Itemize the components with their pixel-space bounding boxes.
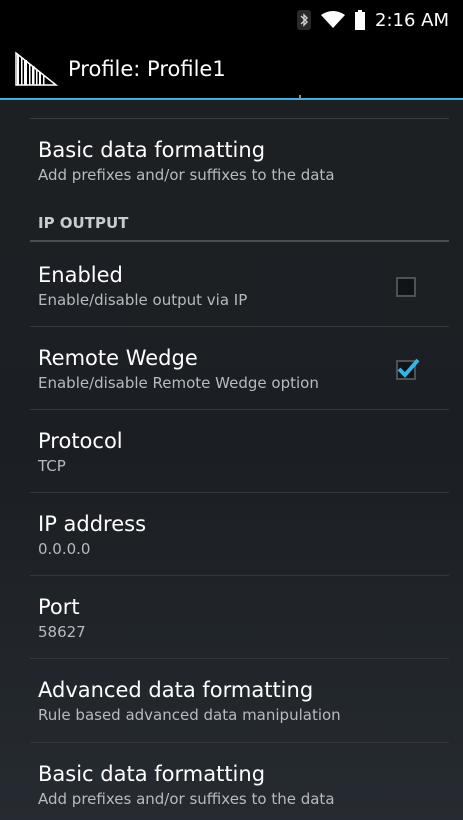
pref-title: Basic data formatting bbox=[38, 762, 266, 786]
status-bar: 2:16 AM bbox=[0, 0, 463, 40]
pref-summary: 0.0.0.0 bbox=[38, 540, 91, 558]
status-time: 2:16 AM bbox=[375, 9, 449, 31]
list-divider bbox=[30, 742, 449, 743]
list-divider bbox=[30, 118, 449, 119]
bluetooth-icon bbox=[297, 10, 311, 30]
pref-summary: Add prefixes and/or suffixes to the data bbox=[38, 790, 335, 808]
pref-port[interactable]: Port 58627 bbox=[38, 594, 441, 642]
list-divider bbox=[30, 658, 449, 659]
remote-wedge-checkbox[interactable] bbox=[396, 358, 420, 380]
pref-title: Basic data formatting bbox=[38, 138, 266, 162]
checkmark-icon bbox=[397, 358, 420, 378]
pref-summary: Enable/disable Remote Wedge option bbox=[38, 374, 319, 392]
pref-basic-data-formatting-top[interactable]: Basic data formatting Add prefixes and/o… bbox=[38, 137, 441, 185]
pref-protocol[interactable]: Protocol TCP bbox=[38, 428, 441, 476]
pref-summary: 58627 bbox=[38, 623, 86, 641]
pref-summary: Add prefixes and/or suffixes to the data bbox=[38, 166, 335, 184]
pref-remote-wedge[interactable]: Remote Wedge Enable/disable Remote Wedge… bbox=[38, 345, 441, 393]
pref-summary: TCP bbox=[38, 457, 66, 475]
list-divider bbox=[30, 326, 449, 327]
pref-title: Advanced data formatting bbox=[38, 678, 314, 702]
pref-ip-address[interactable]: IP address 0.0.0.0 bbox=[38, 511, 441, 559]
pref-summary: Rule based advanced data manipulation bbox=[38, 706, 341, 724]
category-ip-output: IP OUTPUT bbox=[38, 214, 129, 232]
wifi-icon bbox=[321, 11, 345, 29]
pref-title: IP address bbox=[38, 512, 147, 536]
pref-title: Remote Wedge bbox=[38, 346, 198, 370]
pref-advanced-data-formatting[interactable]: Advanced data formatting Rule based adva… bbox=[38, 677, 441, 725]
pref-title: Protocol bbox=[38, 429, 123, 453]
list-divider bbox=[30, 575, 449, 576]
pref-summary: Enable/disable output via IP bbox=[38, 291, 248, 309]
action-bar-divider bbox=[0, 98, 463, 100]
pref-title: Enabled bbox=[38, 263, 123, 287]
pref-enabled[interactable]: Enabled Enable/disable output via IP bbox=[38, 262, 441, 310]
enabled-checkbox[interactable] bbox=[396, 277, 416, 297]
battery-icon bbox=[355, 10, 365, 30]
pref-title: Port bbox=[38, 595, 80, 619]
screen: 2:16 AM Profile: Profile1 Basic data for… bbox=[0, 0, 463, 820]
list-divider bbox=[30, 409, 449, 410]
list-divider bbox=[30, 492, 449, 493]
action-bar: Profile: Profile1 bbox=[0, 40, 463, 98]
category-divider bbox=[30, 240, 449, 242]
pref-basic-data-formatting-bottom[interactable]: Basic data formatting Add prefixes and/o… bbox=[38, 761, 441, 809]
scroll-remnant bbox=[299, 95, 301, 99]
page-title: Profile: Profile1 bbox=[68, 57, 226, 81]
barcode-logo-icon[interactable] bbox=[14, 49, 58, 89]
